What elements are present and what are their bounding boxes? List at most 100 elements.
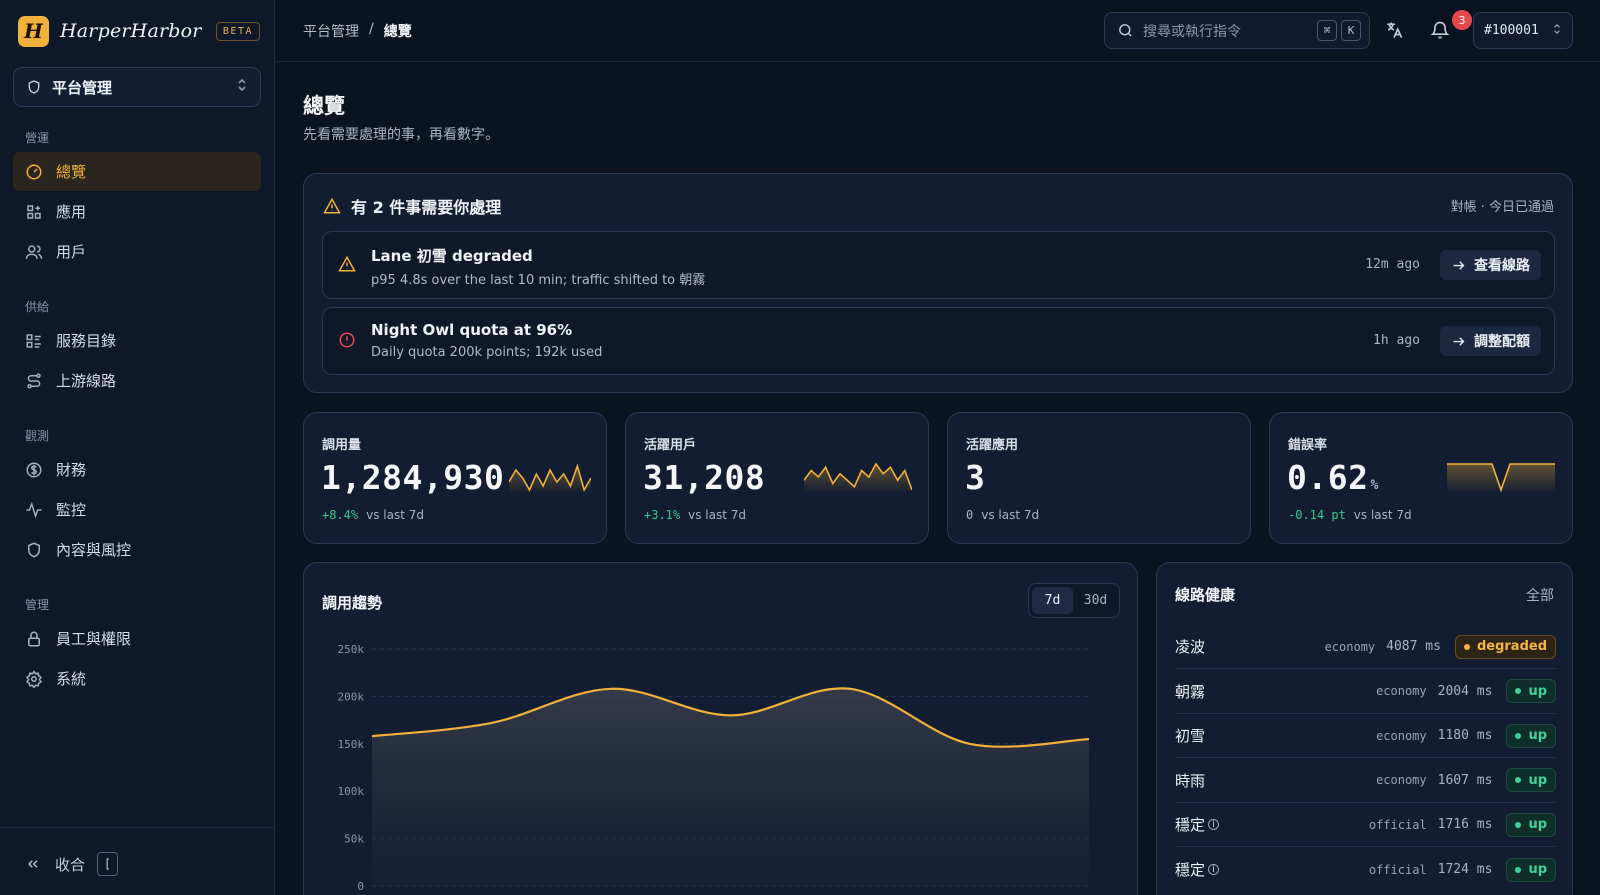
stat-card-active-apps[interactable]: 活躍應用 3 0 vs last 7d [947, 412, 1251, 544]
sidebar-item-finance[interactable]: 財務 [13, 450, 261, 489]
view-route-button[interactable]: 查看線路 [1440, 250, 1541, 280]
alert-time: 1h ago [1373, 333, 1420, 348]
route-latency: 2004 ms [1437, 683, 1493, 699]
search-placeholder: 搜尋或執行指令 [1143, 23, 1241, 40]
view-all-link[interactable]: 全部 [1526, 585, 1554, 605]
page-title: 總覽 [303, 94, 345, 118]
stat-label: 調用量 [322, 438, 362, 453]
route-name: 穩定 i [1175, 859, 1220, 880]
info-icon[interactable]: i [1208, 864, 1220, 875]
alert-item: Lane 初雪 degraded p95 4.8s over the last … [322, 231, 1555, 299]
shortcut-key: ⌘ [1317, 20, 1337, 41]
beta-badge: BETA [215, 21, 260, 41]
view-route-label: 查看線路 [1474, 258, 1530, 274]
route-tier: economy [1324, 639, 1376, 654]
arrow-right-icon [1451, 334, 1466, 349]
stat-label: 錯誤率 [1288, 438, 1328, 453]
search-icon [1117, 22, 1134, 39]
stat-value: 3 [965, 458, 986, 497]
sidebar-item-label: 應用 [56, 203, 87, 221]
sidebar: H HarperHarbor BETA 平台管理 營運 總覽 應用 用戶 供給 … [0, 0, 275, 895]
brand-logo: H [18, 15, 49, 47]
sidebar-item-catalog[interactable]: 服務目錄 [13, 321, 261, 360]
route-tier: official [1368, 862, 1427, 877]
breadcrumb-item[interactable]: 平台管理 [303, 21, 359, 41]
workspace-switcher[interactable]: 平台管理 [13, 67, 261, 107]
nav-section-title: 供給 [25, 300, 50, 314]
tenant-switcher[interactable]: #100001 [1473, 12, 1573, 49]
workspace-label: 平台管理 [52, 78, 113, 97]
sidebar-footer: 收合 [ [0, 827, 275, 895]
status-dot [1515, 777, 1522, 783]
stat-delta-text: vs last 7d [981, 508, 1040, 522]
route-row[interactable]: 初雪 economy 1180 ms up [1175, 714, 1556, 758]
stat-label: 活躍應用 [966, 438, 1019, 453]
sparkline [509, 463, 591, 493]
warning-icon [323, 197, 341, 215]
stat-value: 1,284,930 [321, 458, 505, 497]
alerts-heading: 有 2 件事需要你處理 [323, 194, 501, 218]
stat-card-error-rate[interactable]: 錯誤率 0.62% -0.14 pt vs last 7d [1269, 412, 1573, 544]
tenant-id: #100001 [1484, 23, 1539, 38]
info-icon[interactable]: i [1208, 819, 1220, 830]
breadcrumb-separator: / [369, 21, 374, 37]
gear-icon [25, 669, 43, 688]
status-dot [1515, 866, 1522, 873]
route-row[interactable]: 凌波 economy 4087 ms degraded [1175, 625, 1556, 669]
route-tier: economy [1376, 684, 1427, 698]
sidebar-item-overview[interactable]: 總覽 [13, 152, 261, 191]
route-row[interactable]: 穩定 i official 1716 ms up [1175, 803, 1556, 847]
stat-card-calls[interactable]: 調用量 1,284,930 +8.4% vs last 7d [303, 412, 607, 544]
route-row[interactable]: 朝霧 economy 2004 ms up [1175, 670, 1556, 714]
status-badge: up [1506, 679, 1556, 703]
sidebar-item-apps[interactable]: 應用 [13, 192, 261, 231]
sidebar-item-users[interactable]: 用戶 [13, 232, 261, 271]
y-tick-label: 150k [338, 738, 365, 751]
chevrons-left-icon [25, 856, 41, 872]
bell-icon[interactable] [1430, 20, 1452, 42]
dollar-icon [25, 461, 43, 479]
alert-title: Night Owl quota at 96% [371, 321, 573, 339]
alert-detail: p95 4.8s over the last 10 min; traffic s… [371, 273, 706, 288]
alerts-panel: 有 2 件事需要你處理 對帳 · 今日已通過 Lane 初雪 degraded … [303, 173, 1573, 393]
stat-delta: 0 [966, 508, 974, 522]
translate-icon[interactable] [1384, 20, 1406, 42]
brand[interactable]: H HarperHarbor BETA [18, 15, 260, 47]
route-name: 初雪 [1175, 727, 1206, 745]
sidebar-item-label: 監控 [56, 501, 87, 519]
shield-icon [26, 79, 42, 95]
status-badge: up [1506, 812, 1556, 837]
route-row[interactable]: 時雨 economy 1607 ms up [1175, 759, 1556, 803]
route-name: 凌波 [1175, 638, 1206, 656]
route-icon [25, 372, 43, 390]
stat-value: 31,208 [643, 458, 766, 497]
sidebar-item-staff[interactable]: 員工與權限 [13, 619, 261, 658]
adjust-quota-label: 調整配額 [1474, 334, 1530, 350]
route-name: 時雨 [1175, 771, 1206, 790]
stat-card-active-users[interactable]: 活躍用戶 31,208 +3.1% vs last 7d [625, 412, 929, 544]
shield-icon [25, 541, 43, 559]
stat-delta: +8.4% [322, 508, 359, 522]
route-row[interactable]: 穩定 i official 1724 ms up [1175, 848, 1556, 892]
nav-section-title: 觀測 [25, 429, 50, 443]
search-input[interactable]: 搜尋或執行指令 ⌘ K [1104, 12, 1370, 49]
sidebar-item-monitor[interactable]: 監控 [13, 490, 261, 529]
stat-delta-text: vs last 7d [688, 508, 747, 522]
users-icon [25, 243, 43, 261]
arrow-right-icon [1451, 258, 1466, 273]
breadcrumb-current: 總覽 [383, 24, 412, 40]
alert-circle-icon [338, 331, 356, 349]
collapse-button[interactable]: 收合 [ [25, 852, 119, 876]
sidebar-item-system[interactable]: 系統 [13, 659, 261, 698]
y-tick-label: 0 [357, 880, 364, 893]
warning-icon [338, 255, 356, 273]
catalog-icon [25, 332, 43, 350]
route-health-card: 線路健康 全部 凌波 economy 4087 ms degraded 朝霧 econom… [1156, 562, 1573, 895]
alert-detail: Daily quota 200k points; 192k used [371, 345, 603, 360]
adjust-quota-button[interactable]: 調整配額 [1440, 326, 1541, 356]
route-latency: 1180 ms [1437, 728, 1493, 743]
lock-icon [25, 630, 43, 648]
sidebar-item-risk[interactable]: 內容與風控 [13, 530, 261, 569]
status-badge: degraded [1454, 634, 1556, 659]
sidebar-item-routes[interactable]: 上游線路 [13, 361, 261, 400]
